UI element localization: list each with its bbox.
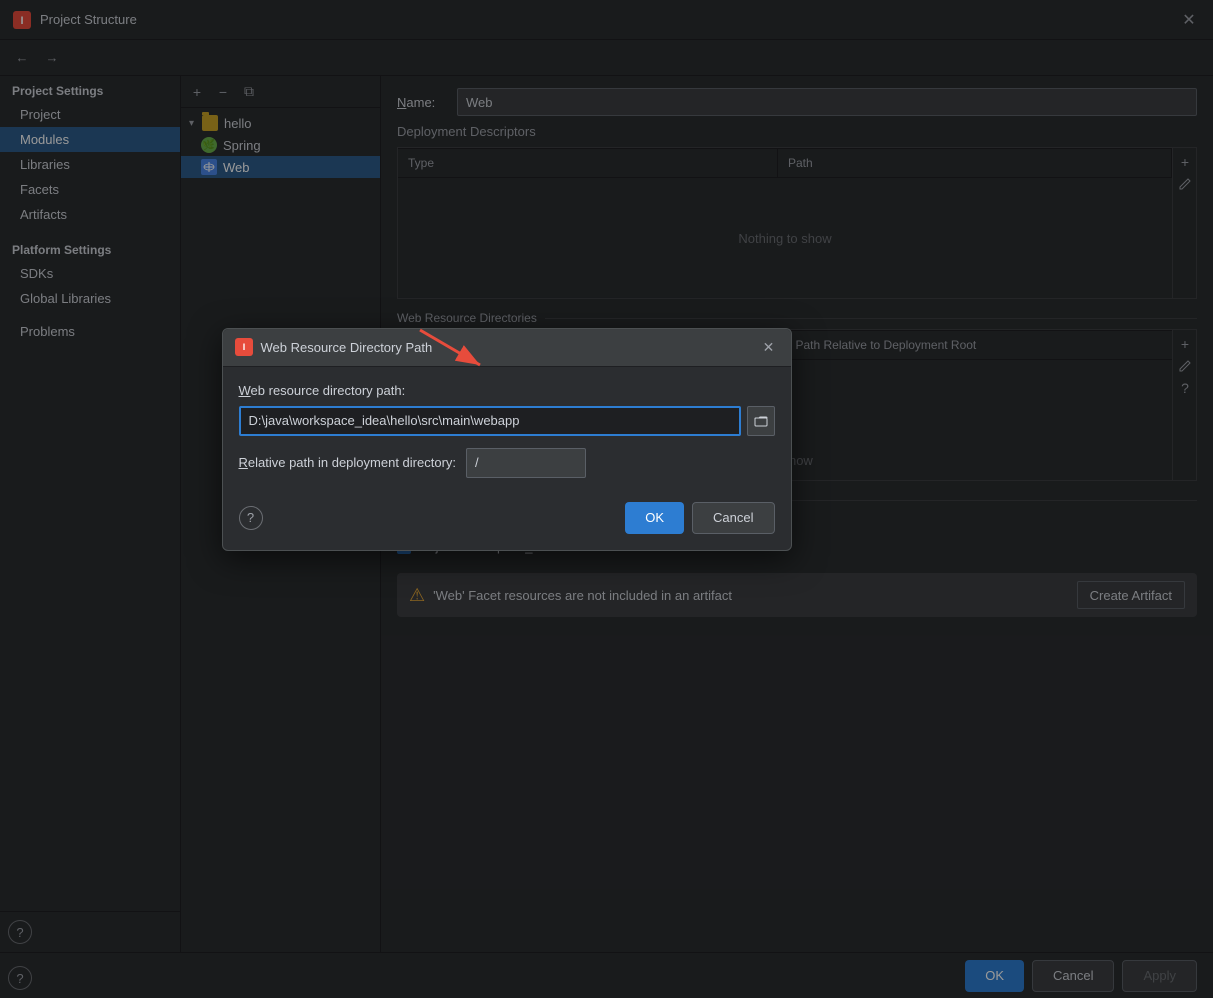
dialog-path-input[interactable] [239,406,741,436]
dialog-title-bar: I Web Resource Directory Path ✕ [223,329,791,367]
dialog-buttons-right: OK Cancel [625,502,774,534]
dialog-ok-button[interactable]: OK [625,502,684,534]
dialog-title: Web Resource Directory Path [261,340,759,355]
main-window: I Project Structure ✕ ← → Project Settin… [0,0,1213,998]
dialog-cancel-button[interactable]: Cancel [692,502,774,534]
dialog-help-button[interactable]: ? [239,506,263,530]
dialog-app-icon: I [235,338,253,356]
dialog-buttons: ? OK Cancel [223,494,791,550]
dialog-close-button[interactable]: ✕ [759,337,779,357]
relative-path-label: Relative path in deployment directory: [239,455,457,470]
dialog-content: Web resource directory path: Relative pa… [223,367,791,478]
dialog-browse-button[interactable] [747,406,775,436]
svg-text:I: I [242,342,245,352]
web-resource-dialog: I Web Resource Directory Path ✕ Web reso… [222,328,792,551]
relative-path-input[interactable] [466,448,586,478]
dialog-overlay: I Web Resource Directory Path ✕ Web reso… [0,0,1213,998]
relative-path-row: Relative path in deployment directory: [239,448,775,478]
dialog-input-row [239,406,775,436]
dialog-path-label: Web resource directory path: [239,383,775,398]
